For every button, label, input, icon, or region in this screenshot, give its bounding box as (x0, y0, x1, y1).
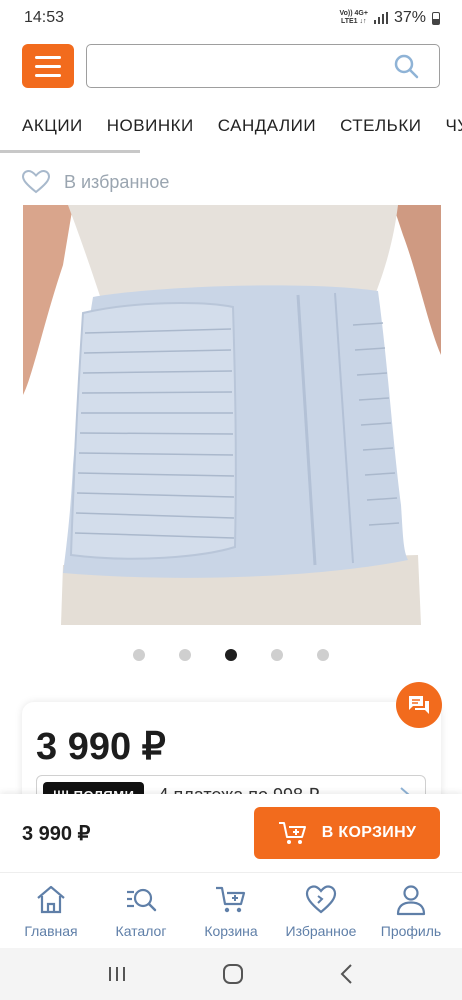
nav-item-favorites[interactable]: Избранное (276, 873, 366, 948)
product-photo (23, 205, 441, 625)
status-time: 14:53 (24, 9, 65, 26)
add-to-cart-label: В КОРЗИНУ (321, 824, 417, 841)
nav-label: Главная (24, 922, 78, 939)
menu-button[interactable] (22, 44, 74, 88)
category-tabs: АКЦИИ НОВИНКИ САНДАЛИИ СТЕЛЬКИ ЧУ (0, 100, 462, 152)
network-indicator: Vo)) 4G+ LTE1 ↓↑ (339, 10, 368, 25)
nav-item-profile[interactable]: Профиль (366, 873, 456, 948)
tabs-scroll-indicator (0, 150, 140, 153)
add-to-favorites-button[interactable]: В избранное (22, 170, 169, 194)
nav-item-catalog[interactable]: Каталог (96, 873, 186, 948)
recent-apps-icon[interactable] (107, 965, 127, 983)
battery-percent: 37% (393, 9, 426, 26)
search-box[interactable] (86, 44, 440, 88)
add-to-cart-button[interactable]: В КОРЗИНУ (254, 807, 440, 859)
carousel-dot[interactable] (179, 649, 191, 661)
search-input[interactable] (87, 45, 393, 87)
search-icon[interactable] (393, 53, 419, 79)
back-icon[interactable] (339, 963, 355, 985)
nav-item-home[interactable]: Главная (6, 873, 96, 948)
carousel-dot[interactable] (271, 649, 283, 661)
system-navigation (0, 948, 462, 1000)
nav-label: Каталог (115, 922, 167, 939)
tab-category[interactable]: САНДАЛИИ (218, 116, 316, 136)
tab-category[interactable]: АКЦИИ (22, 116, 83, 136)
battery-icon (432, 11, 440, 25)
bottom-navigation: Главная Каталог Корзина Избранное Профил… (0, 872, 462, 948)
heart-outline-icon (22, 170, 50, 194)
heart-icon (305, 884, 337, 913)
carousel-dot-active[interactable] (225, 649, 237, 661)
cart-icon (216, 886, 246, 912)
profile-icon (396, 884, 426, 915)
catalog-search-icon (127, 888, 157, 911)
product-image[interactable] (23, 205, 441, 625)
home-icon (37, 885, 65, 913)
home-button-icon[interactable] (222, 963, 244, 985)
favorite-label: В избранное (64, 171, 170, 192)
chat-button[interactable] (396, 682, 442, 728)
carousel-dot[interactable] (317, 649, 329, 661)
buy-bar: 3 990 ₽ В КОРЗИНУ (0, 794, 462, 872)
nav-label: Корзина (204, 922, 258, 939)
nav-label: Профиль (380, 922, 442, 939)
tab-category[interactable]: ЧУ (445, 116, 462, 136)
hamburger-icon (35, 55, 61, 59)
tab-category[interactable]: СТЕЛЬКИ (340, 116, 421, 136)
status-icons: Vo)) 4G+ LTE1 ↓↑ 37% (339, 9, 440, 27)
status-bar: 14:53 Vo)) 4G+ LTE1 ↓↑ 37% (0, 0, 462, 36)
tab-category[interactable]: НОВИНКИ (107, 116, 194, 136)
signal-icon (373, 12, 388, 24)
product-price: 3 990 ₽ (36, 726, 166, 768)
carousel-dot[interactable] (133, 649, 145, 661)
app-header (0, 40, 462, 92)
buy-bar-price: 3 990 ₽ (22, 822, 91, 845)
nav-item-cart[interactable]: Корзина (186, 873, 276, 948)
carousel-indicator (0, 649, 462, 661)
chat-icon (409, 696, 429, 714)
cart-plus-icon (278, 822, 306, 844)
nav-label: Избранное (285, 922, 357, 939)
